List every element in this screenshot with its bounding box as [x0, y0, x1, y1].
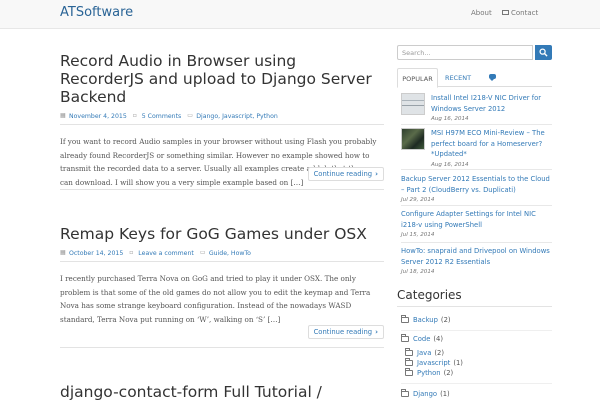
- post-excerpt: I recently purchased Terra Nova on GoG a…: [60, 274, 371, 324]
- category-item: Javascript (1): [405, 358, 463, 367]
- nav-contact-label: Contact: [511, 9, 539, 17]
- category-count: (2): [434, 349, 444, 357]
- popular-post-date: Aug 16, 2014: [431, 161, 469, 168]
- category-item: Java (2): [405, 348, 444, 357]
- nav-about-link[interactable]: About: [471, 9, 492, 17]
- post-thumbnail[interactable]: [401, 93, 425, 115]
- category-count: (2): [440, 316, 451, 324]
- post-thumbnail[interactable]: [401, 128, 425, 150]
- tab-recent[interactable]: RECENT: [441, 68, 475, 87]
- chevron-right-icon: ›: [375, 170, 378, 178]
- popular-post-link[interactable]: Backup Server 2012 Essentials to the Clo…: [401, 174, 551, 195]
- category-link[interactable]: Java: [417, 349, 431, 357]
- post-meta: ▦ November 4, 2015 ▫ 5 Comments ▭ Django, J…: [60, 110, 384, 122]
- list-divider: [401, 330, 552, 331]
- post-comments-link[interactable]: Leave a comment: [138, 250, 194, 257]
- popular-post-link[interactable]: Configure Adapter Settings for Intel NIC…: [401, 209, 551, 230]
- category-item: Django (1): [401, 389, 450, 398]
- list-divider: [401, 242, 552, 243]
- post-date[interactable]: November 4, 2015: [69, 113, 127, 120]
- popular-post-link[interactable]: HowTo: snapraid and Drivepool on Windows…: [401, 246, 551, 267]
- folder-icon: [401, 389, 409, 397]
- post-tags[interactable]: Guide, HowTo: [209, 250, 251, 257]
- category-link[interactable]: Code: [413, 335, 430, 343]
- nav-contact-link[interactable]: Contact: [502, 9, 538, 17]
- post-article: Record Audio in Browser using RecorderJS…: [60, 52, 384, 189]
- post-divider: [60, 189, 384, 190]
- popular-post-link[interactable]: MSI H97M ECO Mini-Review – The perfect b…: [431, 128, 551, 160]
- popular-post-item: Install Intel I218-V NIC Driver for Wind…: [401, 93, 551, 122]
- list-divider: [401, 124, 552, 125]
- comment-icon: ▫: [132, 112, 137, 119]
- folder-icon: [401, 315, 409, 323]
- continue-reading-button[interactable]: Continue reading ›: [307, 325, 384, 339]
- search-button[interactable]: [535, 45, 552, 60]
- post-meta-divider: [60, 261, 384, 262]
- category-count: (1): [440, 390, 450, 398]
- post-meta-divider: [60, 124, 384, 125]
- post-article: Remap Keys for GoG Games under OSX ▦ Octo…: [60, 225, 384, 339]
- category-link[interactable]: Django: [413, 390, 437, 398]
- envelope-icon: [502, 9, 509, 15]
- popular-post-date: Jul 15, 2014: [401, 232, 435, 238]
- category-count: (2): [443, 369, 454, 377]
- category-item: Code (4): [401, 334, 444, 343]
- category-item: Python (2): [405, 368, 454, 377]
- popular-post-date: Jul 29, 2014: [401, 197, 435, 203]
- post-comments-link[interactable]: 5 Comments: [142, 113, 181, 120]
- calendar-icon: ▦: [60, 249, 66, 256]
- calendar-icon: ▦: [60, 112, 66, 119]
- category-item: Backup (2): [401, 315, 451, 324]
- site-brand[interactable]: ATSoftware: [60, 5, 133, 20]
- popular-post-item: Backup Server 2012 Essentials to the Clo…: [401, 174, 551, 203]
- folder-icon: [401, 334, 409, 342]
- search-icon: [539, 48, 548, 57]
- popular-post-item: Configure Adapter Settings for Intel NIC…: [401, 209, 551, 238]
- list-divider: [401, 169, 552, 170]
- categories-divider: [397, 306, 552, 307]
- list-divider: [401, 205, 552, 206]
- popular-post-date: Aug 16, 2014: [431, 116, 469, 122]
- post-title-link[interactable]: Remap Keys for GoG Games under OSX: [60, 225, 384, 243]
- top-navbar: ATSoftware About Contact: [0, 0, 600, 29]
- list-divider: [401, 383, 552, 384]
- category-link[interactable]: Backup: [413, 316, 438, 324]
- popular-post-item: MSI H97M ECO Mini-Review – The perfect b…: [401, 128, 551, 168]
- category-link[interactable]: Javascript: [417, 359, 450, 367]
- category-count: (1): [453, 359, 463, 367]
- folder-icon: [405, 368, 413, 376]
- popular-post-link[interactable]: Install Intel I218-V NIC Driver for Wind…: [431, 93, 551, 114]
- folder-icon: [405, 348, 413, 356]
- tab-popular[interactable]: POPULAR: [397, 68, 438, 88]
- continue-reading-label: Continue reading: [313, 328, 373, 336]
- popular-post-item: HowTo: snapraid and Drivepool on Windows…: [401, 246, 551, 275]
- folder-icon: ▭: [187, 112, 193, 119]
- post-article: django-contact-form Full Tutorial / Cust…: [60, 383, 384, 400]
- post-meta: ▦ October 14, 2015 ▫ Leave a comment ▭ Guid…: [60, 247, 384, 259]
- post-divider: [60, 347, 384, 348]
- chevron-right-icon: ›: [375, 328, 378, 336]
- tab-comments[interactable]: [481, 68, 503, 87]
- category-link[interactable]: Python: [417, 369, 441, 377]
- continue-reading-button[interactable]: Continue reading ›: [307, 167, 384, 181]
- folder-icon: ▭: [199, 249, 206, 256]
- post-date[interactable]: October 14, 2015: [69, 250, 123, 257]
- search-input[interactable]: Search...: [397, 45, 533, 60]
- popular-post-date: Jul 18, 2014: [401, 269, 435, 275]
- sidebar-tabs: POPULAR RECENT: [397, 68, 552, 88]
- post-tags[interactable]: Django, Javascript, Python: [196, 113, 278, 120]
- categories-heading: Categories: [397, 288, 462, 302]
- comment-icon: ▫: [129, 249, 134, 256]
- post-title-link[interactable]: Record Audio in Browser using RecorderJS…: [60, 52, 384, 106]
- comment-bubble-icon: [488, 74, 496, 81]
- folder-icon: [405, 358, 413, 366]
- continue-reading-label: Continue reading: [313, 170, 373, 178]
- post-title-link[interactable]: django-contact-form Full Tutorial / Cust…: [60, 383, 384, 400]
- category-count: (4): [433, 335, 444, 343]
